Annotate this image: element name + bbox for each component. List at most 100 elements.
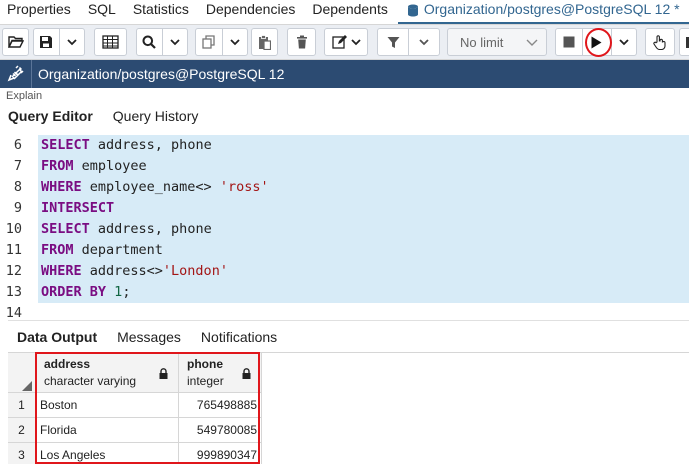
tab-notifications[interactable]: Notifications bbox=[201, 329, 277, 345]
results-tab-bar: Data Output Messages Notifications bbox=[8, 320, 689, 352]
code-line[interactable]: 12 WHERE address<>'London' bbox=[0, 261, 689, 282]
plug-icon bbox=[7, 64, 25, 85]
chevron-down-icon bbox=[350, 38, 361, 46]
code-line[interactable]: 11 FROM department bbox=[0, 240, 689, 261]
save-icon bbox=[34, 35, 59, 49]
row-limit-select[interactable]: No limit bbox=[447, 28, 547, 56]
explain-strip: Explain bbox=[0, 88, 689, 102]
column-header-address[interactable]: address character varying bbox=[36, 353, 179, 393]
cell-phone[interactable]: 765498885 bbox=[179, 393, 262, 418]
line-number: 10 bbox=[5, 221, 22, 237]
sql-keyword: INTERSECT bbox=[41, 200, 115, 216]
connection-bar: Organization/postgres@PostgreSQL 12 bbox=[0, 60, 689, 88]
tab-data-output[interactable]: Data Output bbox=[17, 329, 97, 345]
query-toolbar: No limit bbox=[0, 25, 689, 60]
cell-phone[interactable]: 549780085 bbox=[179, 418, 262, 443]
chevron-down-icon bbox=[619, 38, 629, 46]
execute-group bbox=[555, 28, 637, 56]
cell-phone[interactable]: 999890347 bbox=[179, 443, 262, 464]
tab-query-history[interactable]: Query History bbox=[113, 108, 199, 124]
chevron-down-icon[interactable] bbox=[60, 38, 85, 46]
chevron-down-icon[interactable] bbox=[409, 38, 439, 46]
line-number: 8 bbox=[13, 179, 22, 195]
sql-token: employee bbox=[73, 158, 147, 174]
tab-query-editor[interactable]: Query Editor bbox=[8, 108, 93, 124]
tab-messages[interactable]: Messages bbox=[117, 329, 181, 345]
sql-string: 'London' bbox=[162, 263, 228, 279]
column-header-phone[interactable]: phone integer bbox=[179, 353, 262, 393]
connection-label: Organization/postgres@PostgreSQL 12 bbox=[38, 66, 285, 82]
column-name: address bbox=[44, 357, 91, 371]
sql-keyword: SELECT bbox=[41, 137, 90, 153]
open-file-button[interactable] bbox=[2, 28, 29, 56]
connection-status-button[interactable] bbox=[0, 60, 32, 88]
filter-button[interactable] bbox=[377, 28, 440, 56]
hand-pointer-icon bbox=[653, 34, 667, 50]
row-limit-value: No limit bbox=[460, 34, 504, 50]
tab-properties[interactable]: Properties bbox=[0, 0, 81, 24]
sql-keyword: SELECT bbox=[41, 221, 90, 237]
tab-sql[interactable]: SQL bbox=[81, 0, 126, 24]
chevron-down-icon[interactable] bbox=[222, 38, 247, 46]
tab-query-tool[interactable]: Organization/postgres@PostgreSQL 12 * bbox=[397, 0, 689, 24]
rollback-button[interactable] bbox=[679, 28, 689, 56]
code-text: FROM department bbox=[38, 240, 689, 261]
sql-token: department bbox=[73, 242, 163, 258]
find-button[interactable] bbox=[136, 28, 188, 56]
row-number[interactable]: 1 bbox=[8, 393, 36, 418]
delete-button[interactable] bbox=[287, 28, 316, 56]
search-icon bbox=[137, 35, 162, 49]
copy-button[interactable] bbox=[195, 28, 248, 56]
save-file-button[interactable] bbox=[33, 28, 85, 56]
code-line[interactable]: 9 INTERSECT bbox=[0, 198, 689, 219]
cell-address[interactable]: Boston bbox=[36, 393, 179, 418]
code-text: WHERE address<>'London' bbox=[38, 261, 689, 282]
play-icon bbox=[591, 36, 602, 49]
code-line[interactable]: 8 WHERE employee_name<> 'ross' bbox=[0, 177, 689, 198]
copy-icon bbox=[196, 35, 222, 49]
tab-query-tool-label: Organization/postgres@PostgreSQL 12 * bbox=[423, 1, 680, 17]
code-line[interactable]: 7 FROM employee bbox=[0, 156, 689, 177]
code-line[interactable]: 6 SELECT address, phone bbox=[0, 135, 689, 156]
row-number-header[interactable] bbox=[8, 353, 36, 393]
edit-grid-button[interactable] bbox=[94, 28, 127, 56]
chevron-down-icon[interactable] bbox=[163, 38, 188, 46]
sql-keyword: WHERE bbox=[41, 179, 82, 195]
sql-token: address, phone bbox=[89, 137, 212, 153]
code-text: ORDER BY 1; bbox=[38, 282, 689, 303]
paste-button[interactable] bbox=[251, 28, 278, 56]
sql-editor[interactable]: 6 SELECT address, phone 7 FROM employee 8 WHE… bbox=[0, 131, 689, 321]
line-number: 12 bbox=[5, 263, 22, 279]
line-number: 7 bbox=[13, 158, 22, 174]
line-number: 13 bbox=[5, 284, 22, 300]
panel-tab-bar: Properties SQL Statistics Dependencies D… bbox=[0, 0, 689, 25]
row-number[interactable]: 3 bbox=[8, 443, 36, 464]
lock-icon bbox=[159, 366, 168, 382]
execute-options-dropdown[interactable] bbox=[612, 38, 636, 46]
sql-token: employee_name<> bbox=[81, 179, 220, 195]
tab-statistics[interactable]: Statistics bbox=[126, 0, 199, 24]
tab-dependents[interactable]: Dependents bbox=[305, 0, 398, 24]
code-text: INTERSECT bbox=[38, 198, 689, 219]
edit-menu-button[interactable] bbox=[324, 28, 368, 56]
tab-dependencies[interactable]: Dependencies bbox=[199, 0, 306, 24]
cell-address[interactable]: Los Angeles bbox=[36, 443, 179, 464]
sort-corner-icon bbox=[22, 378, 32, 394]
row-number[interactable]: 2 bbox=[8, 418, 36, 443]
code-line[interactable]: 10 SELECT address, phone bbox=[0, 219, 689, 240]
table-icon bbox=[102, 35, 119, 49]
data-output-grid: address character varying phone integer … bbox=[8, 352, 689, 464]
paste-icon bbox=[258, 34, 271, 50]
database-icon bbox=[407, 4, 419, 20]
filter-icon bbox=[378, 36, 408, 49]
commit-button[interactable] bbox=[645, 28, 675, 56]
sql-keyword: ORDER BY bbox=[41, 284, 107, 300]
execute-button[interactable] bbox=[583, 36, 610, 49]
line-number: 9 bbox=[13, 200, 22, 216]
code-text: SELECT address, phone bbox=[38, 219, 689, 240]
stop-button[interactable] bbox=[556, 36, 582, 48]
cell-address[interactable]: Florida bbox=[36, 418, 179, 443]
code-line[interactable]: 13 ORDER BY 1; bbox=[0, 282, 689, 303]
line-number: 6 bbox=[13, 137, 22, 153]
